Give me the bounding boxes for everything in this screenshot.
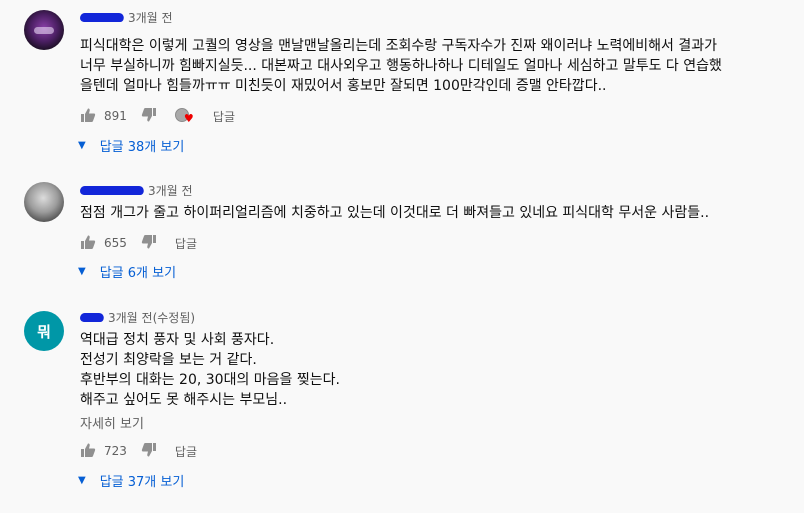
author-name-redacted[interactable] [78,312,106,324]
comment-actions: 891 ♥ 답글 [80,106,235,126]
chevron-down-icon: ▼ [78,140,86,151]
reply-button[interactable]: 답글 [175,443,197,460]
view-replies-label: 답글 37개 보기 [99,475,185,490]
comment-timestamp[interactable]: 3개월 전 [148,182,193,199]
comment-text: 피식대학은 이렇게 고퀄의 영상을 맨날맨날올리는데 조회수랑 구독자수가 진짜… [80,38,722,94]
like-count: 655 [104,236,127,250]
like-count: 891 [104,109,127,123]
view-replies-button[interactable]: ▼ 답글 38개 보기 [78,136,184,155]
view-replies-label: 답글 6개 보기 [99,266,177,281]
like-count: 723 [104,444,127,458]
thumbs-up-icon[interactable] [80,107,96,126]
comment-text: 점점 개그가 줄고 하이퍼리얼리즘에 치중하고 있는데 이것대로 더 빠져들고 … [80,205,710,221]
comment-timestamp[interactable]: 3개월 전(수정됨) [108,309,195,326]
view-replies-button[interactable]: ▼ 답글 6개 보기 [78,262,176,281]
view-replies-label: 답글 38개 보기 [99,140,185,155]
avatar-letter: 뭐 [37,322,51,341]
thumbs-up-icon[interactable] [80,234,96,253]
author-avatar[interactable]: 뭐 [24,311,64,351]
comment-timestamp[interactable]: 3개월 전 [128,9,173,26]
view-replies-button[interactable]: ▼ 답글 37개 보기 [78,471,184,490]
comment-header: 3개월 전 [78,182,193,199]
thumbs-down-icon[interactable] [141,442,157,461]
chevron-down-icon: ▼ [78,266,86,277]
thumbs-up-icon[interactable] [80,442,96,461]
thumbs-down-icon[interactable] [141,107,157,126]
chevron-down-icon: ▼ [78,475,86,486]
comment-header: 3개월 전(수정됨) [78,309,195,326]
author-name-redacted[interactable] [78,12,126,24]
comment-actions: 655 답글 [80,233,197,253]
reply-button[interactable]: 답글 [213,108,235,125]
thumbs-down-icon[interactable] [141,234,157,253]
comment-header: 3개월 전 [78,9,173,26]
comment-text: 역대급 정치 풍자 및 사회 풍자다. 전성기 최양락을 보는 거 같다. 후반… [80,332,340,408]
comment-actions: 723 답글 [80,441,197,461]
author-avatar[interactable] [24,182,64,222]
author-name-redacted[interactable] [78,185,146,197]
reply-button[interactable]: 답글 [175,235,197,252]
creator-heart-icon: ♥ [174,108,195,124]
author-avatar[interactable] [24,10,64,50]
read-more-link[interactable]: 자세히 보기 [80,413,144,432]
